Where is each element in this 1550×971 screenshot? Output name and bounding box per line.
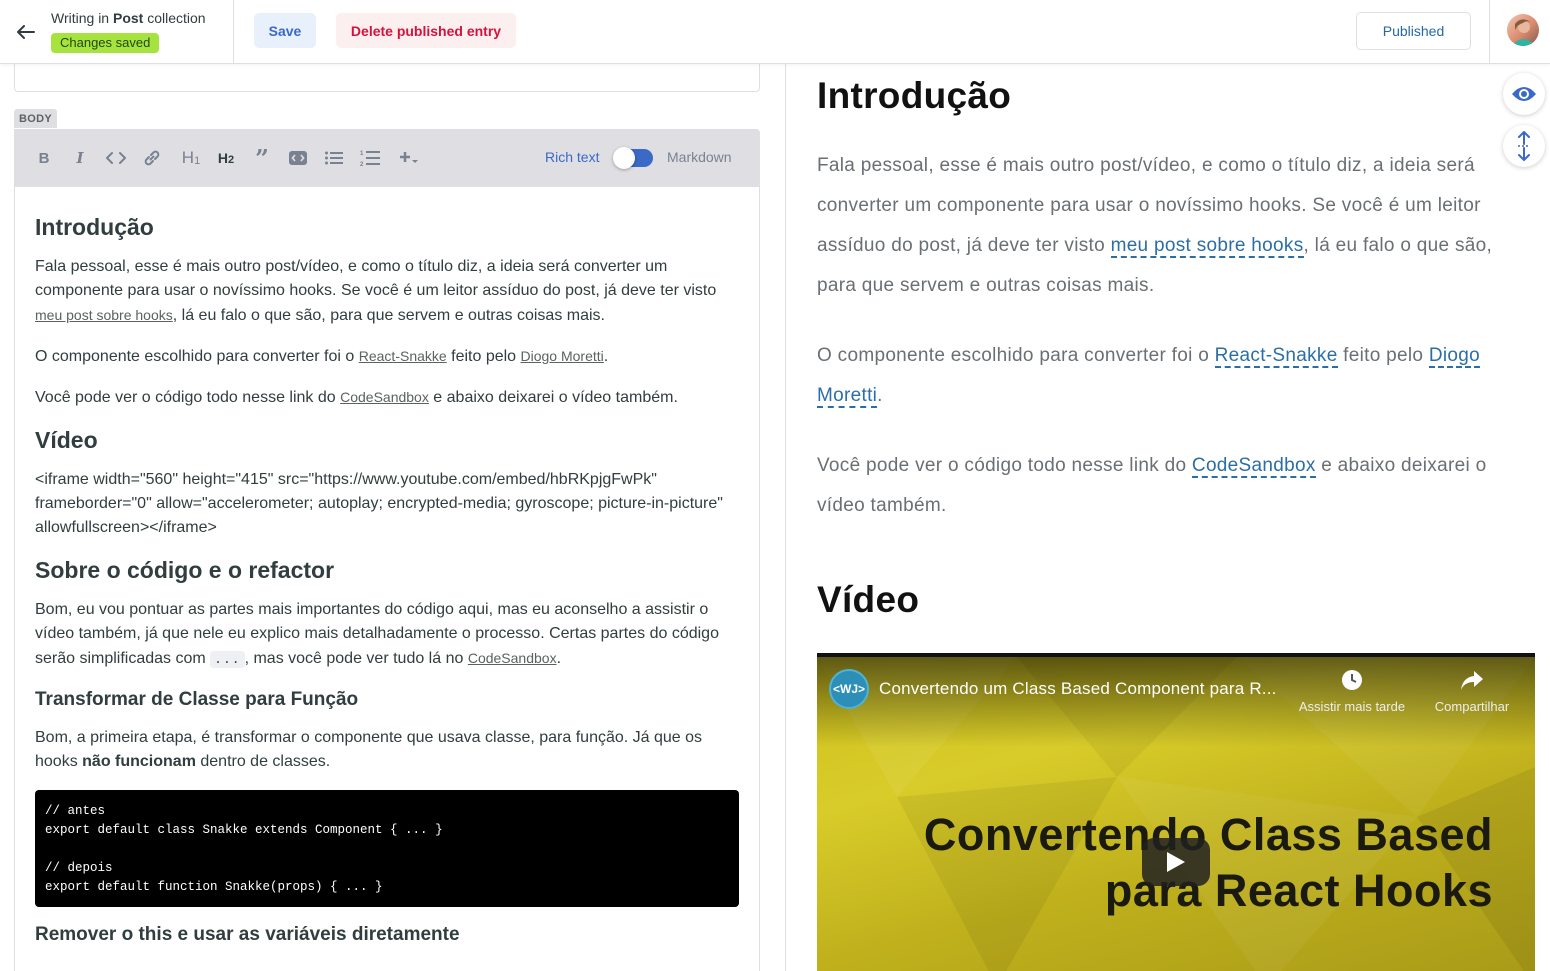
title-suffix: collection [147,10,206,26]
toggle-preview-button[interactable] [1503,73,1545,115]
share-icon [1461,671,1483,690]
svg-text:1: 1 [360,151,364,157]
text: O componente escolhido para converter fo… [817,345,1215,366]
preview-heading-introducao: Introdução [817,75,1012,116]
preview-link-codesandbox[interactable]: CodeSandbox [1191,455,1316,478]
numbered-list-icon[interactable]: 12 [358,147,382,169]
collection-title: Writing in Post collection Changes saved [51,0,206,63]
preview-heading-video: Vídeo [817,579,920,620]
share-button[interactable]: Compartilhar [1407,669,1535,714]
heading-remover-this: Remover o this e usar as variáveis diret… [35,924,460,945]
editor-toolbar: B I H1 H2 ” 12 Rich text Markdown [14,129,760,187]
italic-icon[interactable]: I [68,147,92,169]
text: Você pode ver o código todo nesse link d… [35,389,341,406]
play-button[interactable] [1142,838,1210,886]
paragraph: O componente escolhido para converter fo… [35,344,739,369]
bulleted-list-icon[interactable] [322,147,346,169]
back-button[interactable] [0,0,52,63]
watch-later-button[interactable]: Assistir mais tarde [1287,669,1417,714]
text: . [603,348,609,365]
paragraph: Fala pessoal, esse é mais outro post/víd… [35,255,739,328]
link-meu-post-sobre-hooks[interactable]: meu post sobre hooks [35,307,173,323]
preview-link-meu-post-sobre-hooks[interactable]: meu post sobre hooks [1110,235,1304,258]
top-bar: Writing in Post collection Changes saved… [0,0,1550,64]
arrow-left-icon [17,24,35,39]
preview-paragraph: Fala pessoal, esse é mais outro post/víd… [817,146,1535,306]
code-block-icon[interactable] [286,147,310,169]
text: dentro de classes. [195,753,331,770]
paragraph: Bom, a primeira etapa, é transformar o c… [35,726,739,774]
text: Você pode ver o código todo nesse link d… [817,455,1192,476]
share-label: Compartilhar [1434,699,1510,714]
video-title[interactable]: Convertendo um Class Based Component par… [879,679,1277,699]
text: feito pelo [446,348,521,365]
previous-field[interactable] [14,64,760,92]
eye-icon [1512,87,1536,101]
bold-text: não funcionam [82,753,196,770]
divider [1489,0,1490,63]
preview-pane: Introdução Fala pessoal, esse é mais out… [787,64,1550,971]
link-icon[interactable] [140,147,164,169]
paragraph: Você pode ver o código todo nesse link d… [35,385,739,410]
editor-mode-toggle[interactable] [613,147,653,169]
preview-content: Introdução Fala pessoal, esse é mais out… [817,64,1535,624]
sync-scroll-icon [1518,131,1530,161]
text: Fala pessoal, esse é mais outro post/víd… [35,258,717,299]
preview-paragraph: Você pode ver o código todo nesse link d… [817,446,1535,526]
heading1-icon[interactable]: H1 [176,147,206,169]
iframe-embed-text: <iframe width="560" height="415" src="ht… [35,471,723,536]
code-icon[interactable] [104,147,128,169]
text: O componente escolhido para converter fo… [35,348,359,365]
rich-text-mode-label[interactable]: Rich text [545,149,599,165]
text: e abaixo deixarei o vídeo também. [428,389,678,406]
heading-video: Vídeo [35,427,98,453]
link-react-snakke[interactable]: React-Snakke [359,348,447,364]
svg-text:2: 2 [360,162,364,167]
link-codesandbox[interactable]: CodeSandbox [468,650,557,666]
text: , lá eu falo o que são, para que servem … [172,307,605,324]
play-icon [1167,852,1185,872]
status-badge: Changes saved [51,33,160,53]
link-codesandbox[interactable]: CodeSandbox [340,389,429,405]
channel-logo[interactable]: <WJ> [829,669,869,709]
preview-paragraph: O componente escolhido para converter fo… [817,336,1535,416]
text: . [877,385,883,406]
code-block: // antes export default class Snakke ext… [35,790,739,907]
youtube-video-embed[interactable]: <WJ> Convertendo um Class Based Componen… [817,653,1535,971]
user-avatar[interactable] [1507,14,1539,46]
add-component-icon[interactable] [394,147,424,169]
quote-icon[interactable]: ” [250,144,274,173]
heading-transformar: Transformar de Classe para Função [35,689,359,710]
clock-icon [1342,670,1362,690]
title-prefix: Writing in [51,10,110,26]
sync-scroll-button[interactable] [1503,125,1545,167]
divider [233,0,234,63]
heading2-icon[interactable]: H2 [212,147,240,169]
published-status-button[interactable]: Published [1356,12,1471,50]
bold-icon[interactable]: B [32,147,56,169]
field-label-body: BODY [14,109,57,128]
avatar-icon [1512,19,1535,46]
markdown-mode-label[interactable]: Markdown [667,149,732,165]
toggle-knob [613,147,635,169]
heading-sobre-o-codigo: Sobre o código e o refactor [35,557,335,583]
save-button[interactable]: Save [254,13,316,48]
link-diogo-moretti[interactable]: Diogo Moretti [521,348,604,364]
heading-introducao: Introdução [35,214,154,240]
preview-link-react-snakke[interactable]: React-Snakke [1214,345,1338,368]
text: , mas você pode ver tudo lá no [244,650,468,667]
paragraph: Bom, eu vou pontuar as partes mais impor… [35,598,739,672]
text: . [556,650,562,667]
text: feito pelo [1337,345,1429,366]
delete-published-entry-button[interactable]: Delete published entry [336,13,516,48]
collection-name: Post [112,10,144,26]
watch-later-label: Assistir mais tarde [1298,699,1406,714]
inline-code: ... [210,651,245,668]
editor-pane: BODY B I H1 H2 ” 12 Rich text Markdown I… [0,64,786,971]
rich-text-editor[interactable]: Introdução Fala pessoal, esse é mais out… [14,187,760,971]
